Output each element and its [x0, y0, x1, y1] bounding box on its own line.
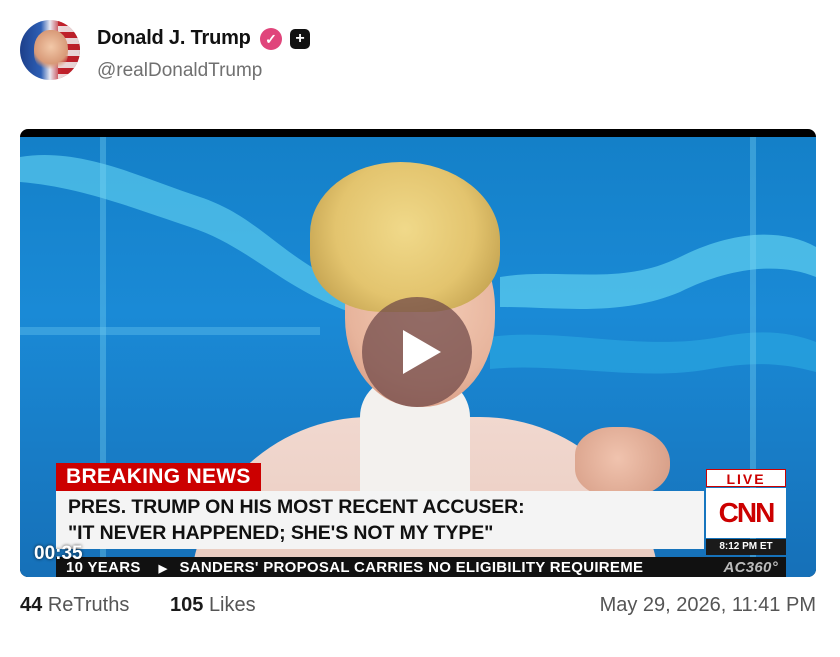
- retruths-link[interactable]: 44 ReTruths: [20, 594, 129, 617]
- news-headline: PRES. TRUMP ON HIS MOST RECENT ACCUSER: …: [56, 491, 704, 549]
- cnn-logo: CNN: [706, 488, 786, 538]
- retruths-count: 44: [20, 594, 43, 616]
- avatar[interactable]: [20, 20, 80, 80]
- play-button[interactable]: [362, 297, 472, 407]
- author-name[interactable]: Donald J. Trump: [97, 27, 251, 50]
- news-ticker: 10 YEARS ▶ SANDERS' PROPOSAL CARRIES NO EL…: [56, 557, 786, 577]
- broadcast-time: 8:12 PM ET: [706, 539, 786, 555]
- post-date[interactable]: May 29, 2026, 11:41 PM: [600, 594, 816, 617]
- retruths-label: ReTruths: [47, 594, 130, 616]
- verified-icon: ✓: [260, 28, 282, 50]
- ticker-main: SANDERS' PROPOSAL CARRIES NO ELIGIBILITY…: [179, 559, 644, 576]
- post-header: Donald J. Trump ✓ + @realDonaldTrump: [20, 20, 820, 82]
- likes-link[interactable]: 105 Likes: [170, 594, 256, 617]
- play-icon: [403, 330, 441, 374]
- likes-count: 105: [170, 594, 204, 616]
- plus-icon: +: [290, 29, 310, 49]
- headline-line-2: "IT NEVER HAPPENED; SHE'S NOT MY TYPE": [68, 522, 494, 544]
- breaking-news-label: BREAKING NEWS: [56, 463, 261, 491]
- post-stats: 44 ReTruths 105 Likes May 29, 2026, 11:4…: [20, 592, 820, 622]
- video-duration: 00:35: [34, 543, 83, 564]
- live-label: LIVE: [706, 469, 786, 487]
- avatar-face: [34, 30, 68, 72]
- video-player[interactable]: BREAKING NEWS PRES. TRUMP ON HIS MOST RE…: [20, 129, 816, 577]
- person-hand: [575, 427, 670, 497]
- ticker-arrow-icon: ▶: [158, 563, 168, 575]
- network-bug: LIVE CNN 8:12 PM ET: [706, 469, 786, 555]
- ticker-right: AC360°: [723, 559, 778, 576]
- author-handle[interactable]: @realDonaldTrump: [97, 60, 262, 82]
- likes-label: Likes: [208, 594, 256, 616]
- headline-line-1: PRES. TRUMP ON HIS MOST RECENT ACCUSER:: [68, 496, 525, 518]
